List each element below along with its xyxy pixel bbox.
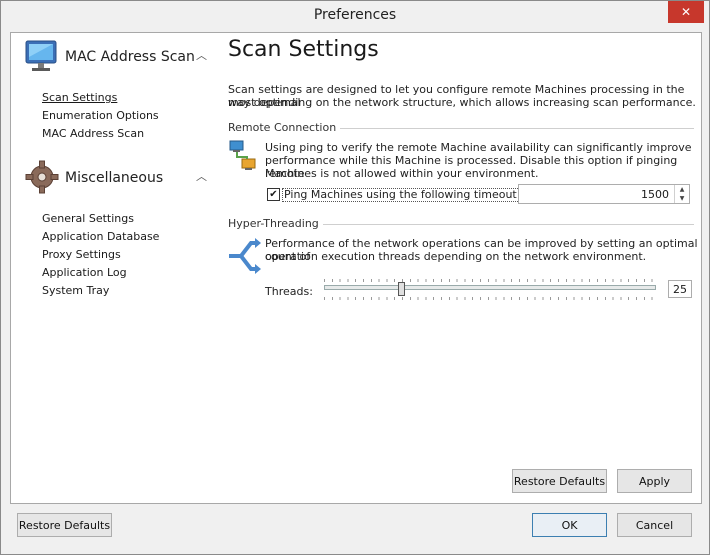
threads-slider[interactable]	[324, 277, 656, 303]
sidebar-group-label: MAC Address Scan	[65, 49, 195, 65]
content-panel: Scan Settings Scan settings are designed…	[219, 32, 702, 504]
threads-value-box[interactable]: 25	[668, 280, 692, 298]
remote-text-line-1: Using ping to verify the remote Machine …	[265, 141, 692, 154]
apply-button[interactable]: Apply	[617, 469, 692, 493]
stepper-arrows-icon[interactable]: ▲ ▼	[674, 185, 689, 203]
ping-checkbox-label[interactable]: Ping Machines using the following timeou…	[282, 188, 555, 202]
remote-text-line-3: Machines is not allowed within your envi…	[265, 167, 539, 180]
ping-checkbox[interactable]: ✔	[267, 188, 280, 201]
sidebar-group-mac-address-scan[interactable]: MAC Address Scan ︿	[23, 37, 213, 77]
threading-text-line-2: operation execution threads depending on…	[265, 250, 647, 263]
section-hyper-threading: Hyper-Threading	[228, 217, 694, 231]
chevron-up-icon[interactable]: ︿	[196, 168, 207, 184]
sidebar: MAC Address Scan ︿ Scan Settings Enumera…	[10, 32, 221, 504]
timeout-stepper[interactable]: 1500 ▲ ▼	[518, 184, 690, 204]
sidebar-item-proxy-settings[interactable]: Proxy Settings	[42, 248, 121, 261]
slider-thumb[interactable]	[398, 282, 405, 296]
sidebar-item-scan-settings[interactable]: Scan Settings	[42, 91, 117, 104]
window-title: Preferences	[313, 7, 397, 23]
description-line-2: way depending on the network structure, …	[228, 96, 696, 109]
chevron-up-icon[interactable]: ︿	[196, 47, 207, 63]
cancel-button[interactable]: Cancel	[617, 513, 692, 537]
slider-ticks-top	[324, 279, 656, 282]
threads-split-icon	[227, 235, 261, 280]
preferences-window: Preferences ✕ MAC Address Scan ︿ Scan Se…	[0, 0, 710, 555]
ok-button[interactable]: OK	[532, 513, 607, 537]
sidebar-group-label: Miscellaneous	[65, 170, 164, 186]
timeout-value: 1500	[641, 188, 669, 201]
slider-ticks-bottom	[324, 297, 656, 300]
monitor-icon	[23, 37, 61, 78]
sidebar-item-application-log[interactable]: Application Log	[42, 266, 127, 279]
threads-label: Threads:	[265, 285, 313, 298]
footer-restore-defaults-button[interactable]: Restore Defaults	[17, 513, 112, 537]
title-bar: Preferences ✕	[1, 1, 709, 32]
slider-track	[324, 285, 656, 290]
sidebar-item-general-settings[interactable]: General Settings	[42, 212, 134, 225]
section-remote-connection: Remote Connection	[228, 121, 694, 135]
sidebar-item-enumeration-options[interactable]: Enumeration Options	[42, 109, 159, 122]
close-button[interactable]: ✕	[668, 1, 704, 23]
sidebar-group-miscellaneous[interactable]: Miscellaneous ︿	[23, 158, 213, 198]
gear-icon	[23, 158, 61, 199]
sidebar-item-system-tray[interactable]: System Tray	[42, 284, 109, 297]
content-restore-defaults-button[interactable]: Restore Defaults	[512, 469, 607, 493]
network-ping-icon	[229, 139, 257, 176]
section-title: Hyper-Threading	[228, 217, 323, 230]
sidebar-item-mac-address-scan[interactable]: MAC Address Scan	[42, 127, 144, 140]
sidebar-item-application-database[interactable]: Application Database	[42, 230, 159, 243]
page-title: Scan Settings	[228, 37, 379, 62]
section-title: Remote Connection	[228, 121, 341, 134]
